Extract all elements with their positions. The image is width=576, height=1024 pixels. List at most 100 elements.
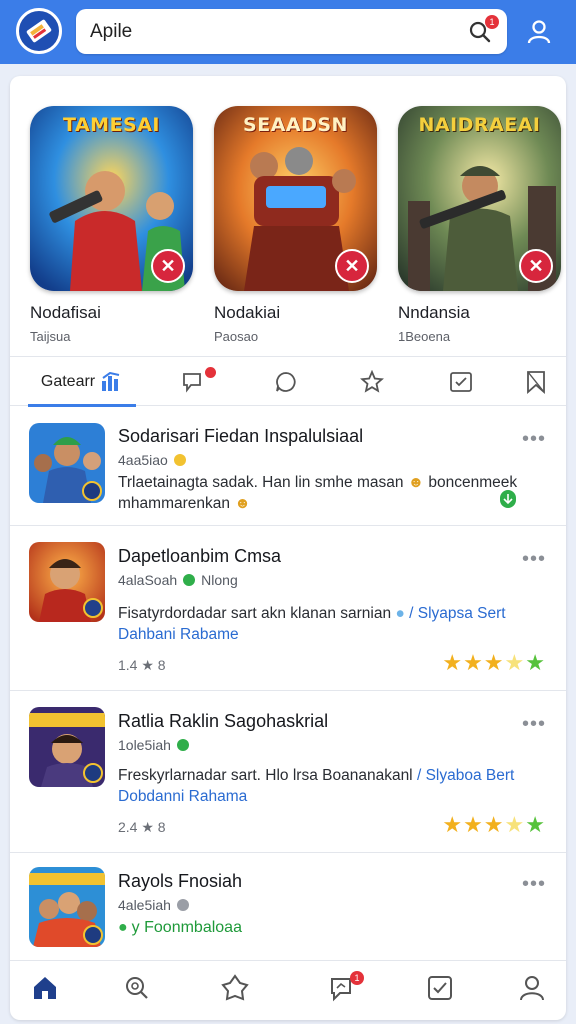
games-tab-icon	[102, 371, 120, 391]
app-logo-icon[interactable]	[16, 8, 62, 54]
tab-chat[interactable]	[266, 357, 306, 406]
download-icon[interactable]	[500, 490, 516, 508]
feed-title[interactable]: Ratlia Raklin Sagohaskrial	[118, 711, 328, 732]
more-options-icon[interactable]: •••	[522, 428, 546, 451]
tab-favorites[interactable]	[352, 357, 392, 406]
tab-bar: Gatearr	[10, 356, 566, 407]
featured-badge-icon: ✕	[151, 249, 185, 283]
feed-title[interactable]: Rayols Fnosiah	[118, 871, 242, 892]
featured-badge-icon: ✕	[519, 249, 553, 283]
emoji-icon: ☻	[234, 495, 251, 512]
feed-item[interactable]: Rayols Fnosiah 4ale5iah ● y Foonmbaloaa …	[10, 853, 566, 959]
featured-subtitle: Taijsua	[30, 329, 71, 344]
feed-item[interactable]: Ratlia Raklin Sagohaskrial 1ole5iah Fres…	[10, 691, 566, 853]
tab-notification-dot	[205, 367, 216, 378]
featured-art-title: SEAADSN	[243, 114, 348, 136]
explore-icon[interactable]	[220, 973, 250, 1003]
bottom-nav: 1	[10, 960, 566, 1016]
featured-subtitle: 1Beoena	[398, 329, 451, 344]
tab-bookmarks[interactable]	[516, 357, 556, 406]
feed-meta-text: 4aa5iao	[118, 452, 168, 468]
feed-description: Freskyrlarnadar sart. Hlo lrsa Boananaka…	[118, 765, 548, 807]
featured-row: TAMESAI ✕ Nodafisai Taijsua SEAADSN ✕ No…	[10, 76, 566, 356]
feed-meta-text: 4alaSoah	[118, 572, 178, 588]
featured-name: Nodafisai	[30, 303, 101, 322]
feed-stats: 1.4 ★ 8	[118, 657, 166, 673]
tab-games[interactable]: Gatearr	[28, 357, 136, 407]
featured-name: Nodakiai	[214, 303, 281, 322]
tab-checklist[interactable]	[441, 357, 481, 406]
home-icon[interactable]	[30, 973, 60, 1003]
verified-icon	[183, 574, 196, 586]
feed-tag[interactable]: ● y Foonmbaloaa	[118, 919, 242, 937]
feed-meta: 4aa5iao	[118, 452, 192, 468]
featured-art-title: TAMESAI	[62, 114, 161, 136]
star-icon: ★	[525, 650, 546, 675]
bookmark-tab-icon	[527, 370, 545, 394]
tab-games-label: Gatearr	[40, 372, 96, 390]
feed-meta-text: 1ole5iah	[118, 737, 171, 753]
featured-art[interactable]: NAIDRAEAI ✕	[398, 106, 561, 291]
emoji-icon: ☻	[407, 474, 425, 491]
star-icon: ★	[483, 812, 505, 837]
feed-thumbnail[interactable]	[29, 423, 105, 503]
featured-name: Nndansia	[398, 303, 470, 322]
feed-meta-text: 4ale5iah	[118, 897, 171, 913]
featured-item[interactable]: TAMESAI ✕ Nodafisai Taijsua	[30, 106, 195, 344]
feed-item[interactable]: Sodarisari Fiedan Inspalulsiaal 4aa5iao …	[10, 406, 566, 526]
feed-thumbnail[interactable]	[29, 542, 105, 622]
featured-art-title: NAIDRAEAI	[418, 114, 541, 136]
feed-meta: 1ole5iah	[118, 737, 195, 753]
featured-art[interactable]: TAMESAI ✕	[30, 106, 193, 291]
status-icon	[176, 899, 189, 911]
verified-icon	[173, 454, 186, 466]
main-card: TAMESAI ✕ Nodafisai Taijsua SEAADSN ✕ No…	[10, 76, 566, 1020]
search-nav-icon[interactable]	[122, 973, 152, 1003]
feed-description: Fisatyrdordadar sart akn klanan sarnian …	[118, 603, 548, 645]
more-options-icon[interactable]: •••	[522, 873, 546, 896]
star-icon: ★	[442, 812, 464, 837]
verified-icon	[176, 739, 189, 751]
star-icon: ★	[504, 650, 526, 675]
profile-nav-icon[interactable]	[517, 973, 547, 1003]
feed-item[interactable]: Dapetloanbim Cmsa 4alaSoah Nlong Fisatyr…	[10, 526, 566, 691]
feed-thumbnail[interactable]	[29, 867, 105, 947]
emoji-icon: ●	[395, 605, 405, 622]
featured-art[interactable]: SEAADSN ✕	[214, 106, 377, 291]
comments-tab-icon	[183, 372, 201, 393]
star-rating[interactable]: ★★★★★	[442, 812, 546, 838]
featured-item[interactable]: NAIDRAEAI ✕ Nndansia 1Beoena	[398, 106, 563, 344]
feed-title[interactable]: Dapetloanbim Cmsa	[118, 546, 281, 567]
featured-subtitle: Paosao	[214, 329, 259, 344]
tab-comments[interactable]	[172, 357, 216, 406]
feed-stats: 2.4 ★ 8	[118, 819, 166, 835]
search-input[interactable]	[90, 20, 430, 44]
feed-tag-text: y Foonmbaloaa	[131, 919, 242, 936]
star-icon: ★	[463, 812, 484, 837]
star-icon: ★	[504, 812, 526, 837]
star-tab-icon	[360, 369, 384, 393]
feed-meta: 4alaSoah Nlong	[118, 572, 238, 588]
more-options-icon[interactable]: •••	[522, 548, 546, 571]
top-bar: 1	[0, 0, 576, 64]
chat-icon: ●	[118, 919, 128, 936]
feed-description-text: Fisatyrdordadar sart akn klanan sarnian	[118, 605, 392, 622]
profile-icon[interactable]	[526, 19, 552, 45]
more-options-icon[interactable]: •••	[522, 713, 546, 736]
featured-badge-icon: ✕	[335, 249, 369, 283]
tasks-icon[interactable]	[425, 973, 455, 1003]
checklist-tab-icon	[450, 371, 472, 392]
star-rating[interactable]: ★★★★★	[442, 650, 546, 676]
star-icon: ★	[442, 650, 464, 675]
notifications-badge: 1	[350, 971, 364, 985]
star-icon: ★	[483, 650, 505, 675]
feed-description-text: Trlaetainagta sadak. Han lin smhe masan	[118, 474, 404, 491]
feed-description-text: Freskyrlarnadar sart. Hlo lrsa Boananaka…	[118, 767, 413, 784]
search-notification-badge: 1	[485, 15, 499, 29]
feed-thumbnail[interactable]	[29, 707, 105, 787]
featured-item[interactable]: SEAADSN ✕ Nodakiai Paosao	[214, 106, 379, 344]
feed-meta-text-2: Nlong	[201, 572, 238, 588]
search-box[interactable]: 1	[76, 9, 507, 54]
feed-title[interactable]: Sodarisari Fiedan Inspalulsiaal	[118, 426, 363, 447]
chat-tab-icon	[276, 371, 296, 392]
